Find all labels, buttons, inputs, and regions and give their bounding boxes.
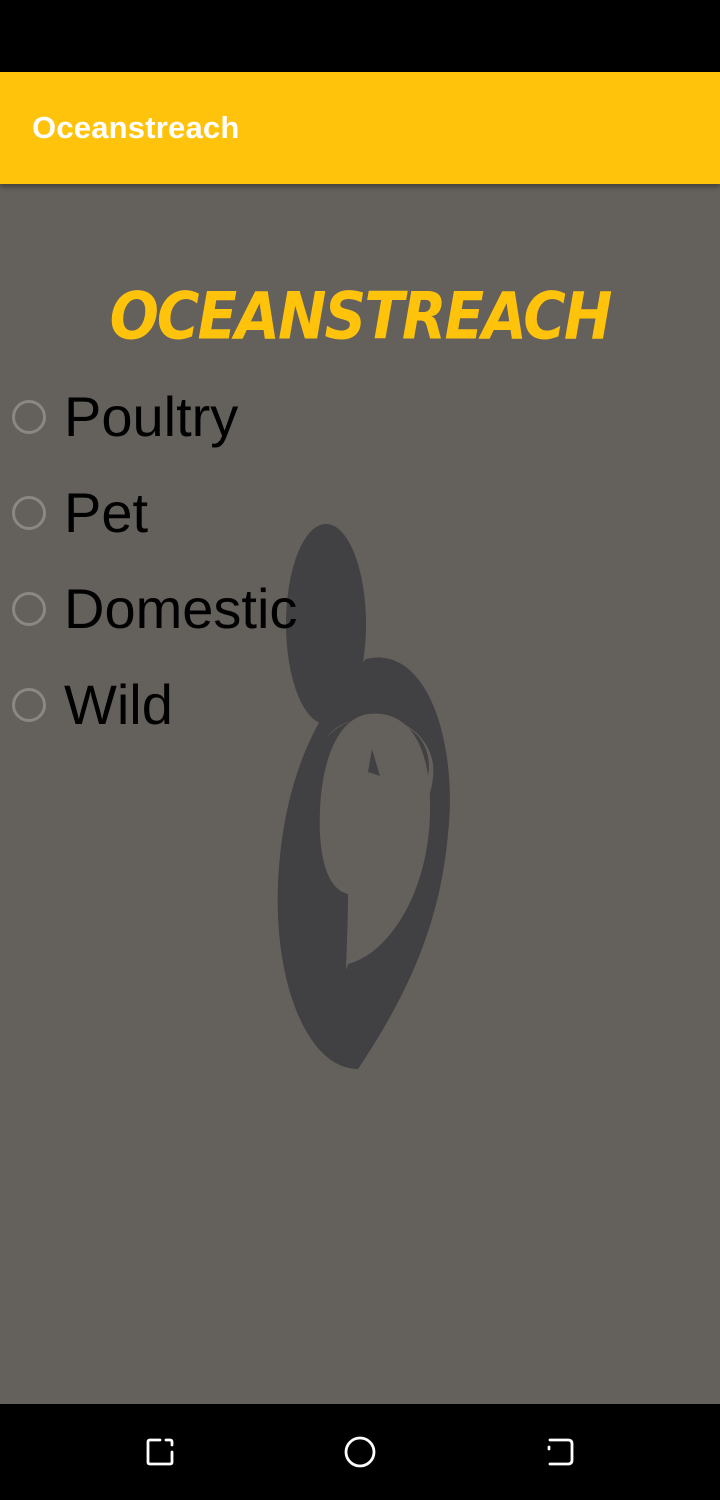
radio-label[interactable]: Domestic (64, 576, 297, 642)
radio-option-wild[interactable]: Wild (0, 662, 720, 758)
main-content: OCEANSTREACH Poultry Pet Domestic Wild (0, 184, 720, 1404)
hero-title: OCEANSTREACH (109, 277, 613, 355)
radio-button-icon[interactable] (12, 496, 46, 530)
radio-option-domestic[interactable]: Domestic (0, 566, 720, 662)
recent-apps-icon[interactable] (138, 1430, 182, 1474)
app-bar: Oceanstreach (0, 72, 720, 184)
home-icon[interactable] (338, 1430, 382, 1474)
radio-option-pet[interactable]: Pet (0, 470, 720, 566)
radio-button-icon[interactable] (12, 688, 46, 722)
radio-option-poultry[interactable]: Poultry (0, 374, 720, 470)
status-bar (0, 0, 720, 72)
navigation-bar (0, 1404, 720, 1500)
radio-label[interactable]: Wild (64, 672, 173, 738)
radio-label[interactable]: Pet (64, 480, 148, 546)
app-bar-title: Oceanstreach (32, 110, 240, 145)
animal-type-radio-group: Poultry Pet Domestic Wild (0, 374, 720, 758)
back-icon[interactable] (538, 1430, 582, 1474)
radio-button-icon[interactable] (12, 592, 46, 626)
radio-label[interactable]: Poultry (64, 384, 238, 450)
radio-button-icon[interactable] (12, 400, 46, 434)
